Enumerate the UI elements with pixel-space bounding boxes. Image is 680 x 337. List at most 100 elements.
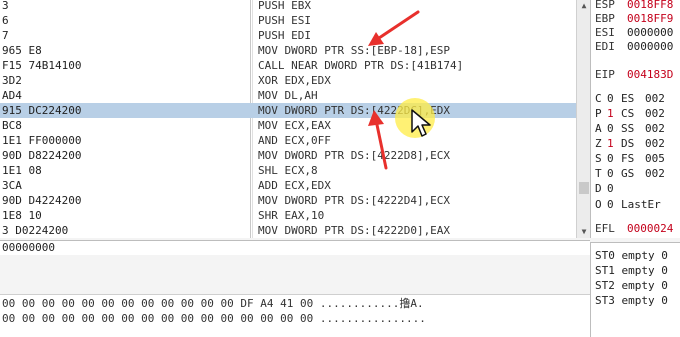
disasm-address-bytes: 3D2 [2, 74, 22, 87]
register-esp[interactable]: ESP 0018FF8 [595, 0, 680, 12]
register-name: ESP [595, 0, 615, 11]
segment-value: 002 [645, 122, 665, 135]
disasm-row[interactable]: 90D D4224200 MOV DWORD PTR DS:[4222D4],EC… [0, 193, 576, 208]
fpu-register-name: ST3 [595, 294, 615, 307]
disasm-address-bytes: 6 [2, 14, 9, 27]
disasm-row-selected[interactable]: 915 DC224200 MOV DWORD PTR DS:[4222DC],ED… [0, 103, 576, 118]
lasterr-row[interactable]: O 0 LastEr [595, 198, 680, 212]
fpu-register-value: empty 0 [621, 264, 668, 277]
info-line: 00000000 [0, 240, 590, 255]
segment-value: 002 [645, 167, 665, 180]
flag-name: Z [595, 137, 602, 150]
flag-row[interactable]: T 0 GS 002 [595, 167, 680, 181]
fpu-register[interactable]: ST1 empty 0 [595, 264, 668, 278]
disasm-address-bytes: 915 DC224200 [2, 104, 82, 117]
disasm-address-bytes: 1E1 08 [2, 164, 42, 177]
register-ebp[interactable]: EBP 0018FF9 [595, 12, 680, 26]
flag-value[interactable]: 1 [607, 107, 621, 121]
fpu-register-value: empty 0 [621, 249, 668, 262]
flag-name: C [595, 92, 602, 105]
disasm-address-bytes: AD4 [2, 89, 22, 102]
disasm-row[interactable]: 3CA ADD ECX,EDX [0, 178, 576, 193]
fpu-registers-pane[interactable]: ST0 empty 0 ST1 empty 0 ST2 empty 0 ST3 emp… [590, 242, 680, 337]
fpu-register-value: empty 0 [621, 294, 668, 307]
disasm-address-bytes: 1E8 10 [2, 209, 42, 222]
flag-row[interactable]: D0 [595, 182, 680, 196]
flag-row[interactable]: P 1 CS 002 [595, 107, 680, 121]
scroll-up-icon[interactable]: ▲ [577, 0, 591, 12]
flag-value[interactable]: 0 [607, 92, 621, 106]
disasm-row[interactable]: BC8 MOV ECX,EAX [0, 118, 576, 133]
flag-value[interactable]: 0 [607, 122, 621, 136]
disasm-row[interactable]: F15 74B14100 CALL NEAR DWORD PTR DS:[41B1… [0, 58, 576, 73]
fpu-register[interactable]: ST0 empty 0 [595, 249, 668, 263]
segment-value: 005 [645, 152, 665, 165]
register-efl[interactable]: EFL 0000024 [595, 222, 680, 236]
register-value[interactable]: 0018FF9 [627, 12, 673, 25]
flag-name: A [595, 122, 602, 135]
disasm-instruction: PUSH EDI [258, 29, 311, 42]
disasm-row[interactable]: 90D D8224200 MOV DWORD PTR DS:[4222D8],EC… [0, 148, 576, 163]
register-name: EFL [595, 222, 615, 235]
disasm-address-bytes: 3 D0224200 [2, 224, 69, 237]
disasm-row[interactable]: 6 PUSH ESI [0, 13, 576, 28]
disasm-row[interactable]: 1E8 10 SHR EAX,10 [0, 208, 576, 223]
disassembly-scrollbar[interactable]: ▲ ▼ [576, 0, 591, 238]
fpu-register-name: ST1 [595, 264, 615, 277]
dump-row[interactable]: 00 00 00 00 00 00 00 00 00 00 00 00 00 0… [2, 312, 426, 326]
disasm-address-bytes: 965 E8 [2, 44, 42, 57]
disasm-instruction: PUSH ESI [258, 14, 311, 27]
segment-name: ES [621, 92, 635, 105]
fpu-register-name: ST2 [595, 279, 615, 292]
flag-value[interactable]: 0 [607, 167, 621, 181]
disasm-row[interactable]: 3 PUSH EBX [0, 0, 576, 13]
disasm-row[interactable]: 3D2 XOR EDX,EDX [0, 73, 576, 88]
segment-name: FS [621, 152, 635, 165]
mouse-cursor-icon [411, 109, 431, 137]
registers-pane[interactable]: ESP 0018FF8 EBP 0018FF9 ESI 0000000 EDI 0000000… [590, 0, 680, 238]
flag-value[interactable]: 0 [607, 182, 621, 196]
disasm-address-bytes: 3 [2, 0, 9, 12]
register-value[interactable]: 0000024 [627, 222, 673, 235]
scroll-down-icon[interactable]: ▼ [577, 226, 591, 238]
memory-dump-pane[interactable]: 00 00 00 00 00 00 00 00 00 00 00 00 DF A… [0, 294, 590, 337]
register-value[interactable]: 0000000 [627, 26, 673, 39]
disasm-row[interactable]: 7 PUSH EDI [0, 28, 576, 43]
fpu-register-name: ST0 [595, 249, 615, 262]
flag-value[interactable]: 0 [607, 198, 621, 212]
segment-name: SS [621, 122, 635, 135]
disasm-instruction: MOV DWORD PTR DS:[4222D8],ECX [258, 149, 451, 162]
scrollbar-thumb[interactable] [579, 182, 589, 194]
register-esi[interactable]: ESI 0000000 [595, 26, 680, 40]
fpu-register[interactable]: ST3 empty 0 [595, 294, 668, 308]
register-eip[interactable]: EIP 004183D [595, 68, 680, 82]
dump-row[interactable]: 00 00 00 00 00 00 00 00 00 00 00 00 DF A… [2, 297, 424, 311]
disasm-address-bytes: 7 [2, 29, 9, 42]
fpu-register[interactable]: ST2 empty 0 [595, 279, 668, 293]
register-value[interactable]: 0018FF8 [627, 0, 673, 11]
register-name: EIP [595, 68, 615, 81]
flag-row[interactable]: C 0 ES 002 [595, 92, 680, 106]
disasm-address-bytes: BC8 [2, 119, 22, 132]
disasm-instruction: MOV DWORD PTR SS:[EBP-18],ESP [258, 44, 451, 57]
flag-row[interactable]: A 0 SS 002 [595, 122, 680, 136]
flag-row[interactable]: Z 1 DS 002 [595, 137, 680, 151]
lasterr-label: LastEr [621, 198, 661, 211]
register-name: EBP [595, 12, 615, 25]
flag-name: D [595, 182, 602, 195]
disasm-row[interactable]: 1E1 FF000000 AND ECX,0FF [0, 133, 576, 148]
disasm-row[interactable]: 965 E8 MOV DWORD PTR SS:[EBP-18],ESP [0, 43, 576, 58]
register-value[interactable]: 004183D [627, 68, 673, 81]
flag-row[interactable]: S 0 FS 005 [595, 152, 680, 166]
disasm-row[interactable]: 1E1 08 SHL ECX,8 [0, 163, 576, 178]
segment-value: 002 [645, 92, 665, 105]
segment-value: 002 [645, 107, 665, 120]
disasm-row[interactable]: AD4 MOV DL,AH [0, 88, 576, 103]
disasm-row[interactable]: 3 D0224200 MOV DWORD PTR DS:[4222D0],EAX [0, 223, 576, 238]
flag-name: S [595, 152, 602, 165]
register-edi[interactable]: EDI 0000000 [595, 40, 680, 54]
disassembly-pane[interactable]: 3 PUSH EBX 6 PUSH ESI 7 PUSH EDI 965 E8 MOV DWO… [0, 0, 576, 238]
flag-value[interactable]: 0 [607, 152, 621, 166]
register-value[interactable]: 0000000 [627, 40, 673, 53]
flag-value[interactable]: 1 [607, 137, 621, 151]
